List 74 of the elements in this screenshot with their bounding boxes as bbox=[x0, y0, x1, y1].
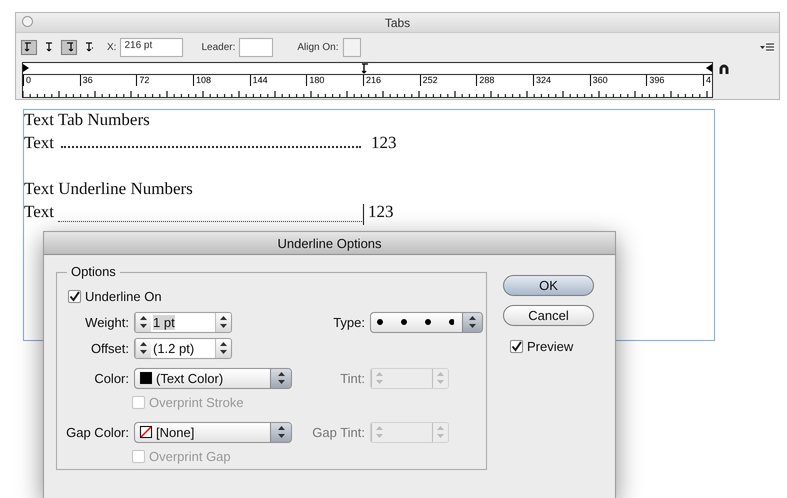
ruler-label: 36 bbox=[80, 75, 93, 86]
ruler-label: 288 bbox=[476, 75, 494, 86]
panel-title: Tabs bbox=[384, 16, 410, 30]
ruler-label: 252 bbox=[420, 75, 438, 86]
stepper-arrows-icon[interactable] bbox=[139, 315, 148, 329]
stepper-arrows-icon[interactable] bbox=[219, 315, 228, 329]
tab-ruler[interactable]: 0 36 72 108 144 180 216 252 288 324 360 396 4 bbox=[22, 62, 713, 98]
ruler-label: 108 bbox=[193, 75, 212, 86]
checkbox-label: Overprint Stroke bbox=[149, 394, 244, 410]
field-label: Weight: bbox=[84, 314, 129, 330]
stepper-arrows-icon[interactable] bbox=[219, 341, 228, 355]
dialog-button[interactable]: Cancel bbox=[503, 305, 594, 326]
checkbox-label: Preview bbox=[527, 338, 574, 354]
x-position-field[interactable]: 216 pt bbox=[120, 38, 184, 56]
ruler-label: 216 bbox=[363, 75, 382, 86]
tab-arrow-icon bbox=[45, 42, 53, 52]
ruler-label: 360 bbox=[590, 75, 608, 86]
number-spinner-field[interactable]: 1 pt bbox=[134, 312, 232, 332]
body-text: Text bbox=[24, 202, 54, 222]
stepper-arrows-icon[interactable] bbox=[139, 341, 148, 355]
field-label: Color: bbox=[93, 370, 129, 386]
ruler-label: 4 bbox=[703, 75, 712, 86]
stepper-arrows-icon[interactable] bbox=[276, 425, 286, 439]
leader-field[interactable] bbox=[239, 38, 274, 56]
number-text: 123 bbox=[370, 133, 396, 153]
checkbox-label: Underline On bbox=[85, 288, 162, 304]
magnet-icon[interactable] bbox=[719, 64, 729, 75]
body-text: Text bbox=[24, 133, 54, 153]
field-label: Offset: bbox=[90, 340, 129, 356]
tab-arrow-icon bbox=[65, 42, 73, 52]
close-button[interactable] bbox=[22, 16, 33, 27]
ruler-label: 72 bbox=[136, 75, 150, 86]
panel-menu-icon[interactable] bbox=[760, 43, 774, 51]
number-spinner-field[interactable]: (1.2 pt) bbox=[134, 338, 232, 358]
tab-arrow-icon bbox=[85, 42, 93, 52]
dotted-line-icon bbox=[376, 318, 454, 326]
align-on-field[interactable] bbox=[342, 38, 361, 56]
indent-marker-icon[interactable] bbox=[23, 64, 29, 72]
ruler-label: 324 bbox=[533, 75, 552, 86]
line-type-dropdown[interactable] bbox=[370, 312, 483, 332]
stepper-arrows-icon[interactable] bbox=[468, 315, 477, 329]
stepper-arrows-icon[interactable] bbox=[276, 371, 286, 385]
tab-stop-marker-icon[interactable] bbox=[362, 63, 370, 74]
gap-color-dropdown[interactable]: [None] bbox=[134, 422, 292, 442]
ruler-label: 180 bbox=[306, 75, 324, 86]
field-label: Tint: bbox=[339, 370, 365, 386]
ruler-label: 0 bbox=[23, 75, 32, 86]
field-label: Type: bbox=[332, 314, 365, 330]
field-value: (1.2 pt) bbox=[152, 340, 196, 358]
x-label: X: bbox=[107, 42, 116, 52]
field-label: Gap Color: bbox=[65, 424, 129, 440]
color-dropdown[interactable]: (Text Color) bbox=[134, 368, 292, 388]
checkbox[interactable] bbox=[68, 290, 81, 302]
text-cursor bbox=[362, 204, 364, 225]
number-text: 123 bbox=[368, 202, 394, 222]
ruler-label: 144 bbox=[250, 75, 268, 86]
checkbox-label: Overprint Gap bbox=[149, 448, 231, 464]
ruler-label: 396 bbox=[646, 75, 664, 86]
tab-align-button[interactable] bbox=[61, 40, 77, 54]
tab-align-button[interactable] bbox=[21, 40, 37, 54]
field-label: Gap Tint: bbox=[311, 424, 365, 440]
dialog-button[interactable]: OK bbox=[503, 275, 594, 296]
color-swatch-icon bbox=[140, 372, 152, 384]
leader-label: Leader: bbox=[201, 42, 236, 52]
field-value: 1 pt bbox=[152, 314, 176, 332]
tab-arrow-icon bbox=[25, 42, 33, 52]
none-swatch-icon bbox=[140, 426, 152, 438]
checkbox[interactable] bbox=[510, 340, 523, 352]
group-label: Options bbox=[67, 264, 120, 279]
heading-text: Text Underline Numbers bbox=[24, 179, 193, 199]
right-indent-marker-icon[interactable] bbox=[706, 64, 712, 72]
heading-text: Text Tab Numbers bbox=[24, 110, 150, 130]
align-on-label: Align On: bbox=[297, 42, 339, 52]
dialog-title: Underline Options bbox=[277, 236, 382, 250]
